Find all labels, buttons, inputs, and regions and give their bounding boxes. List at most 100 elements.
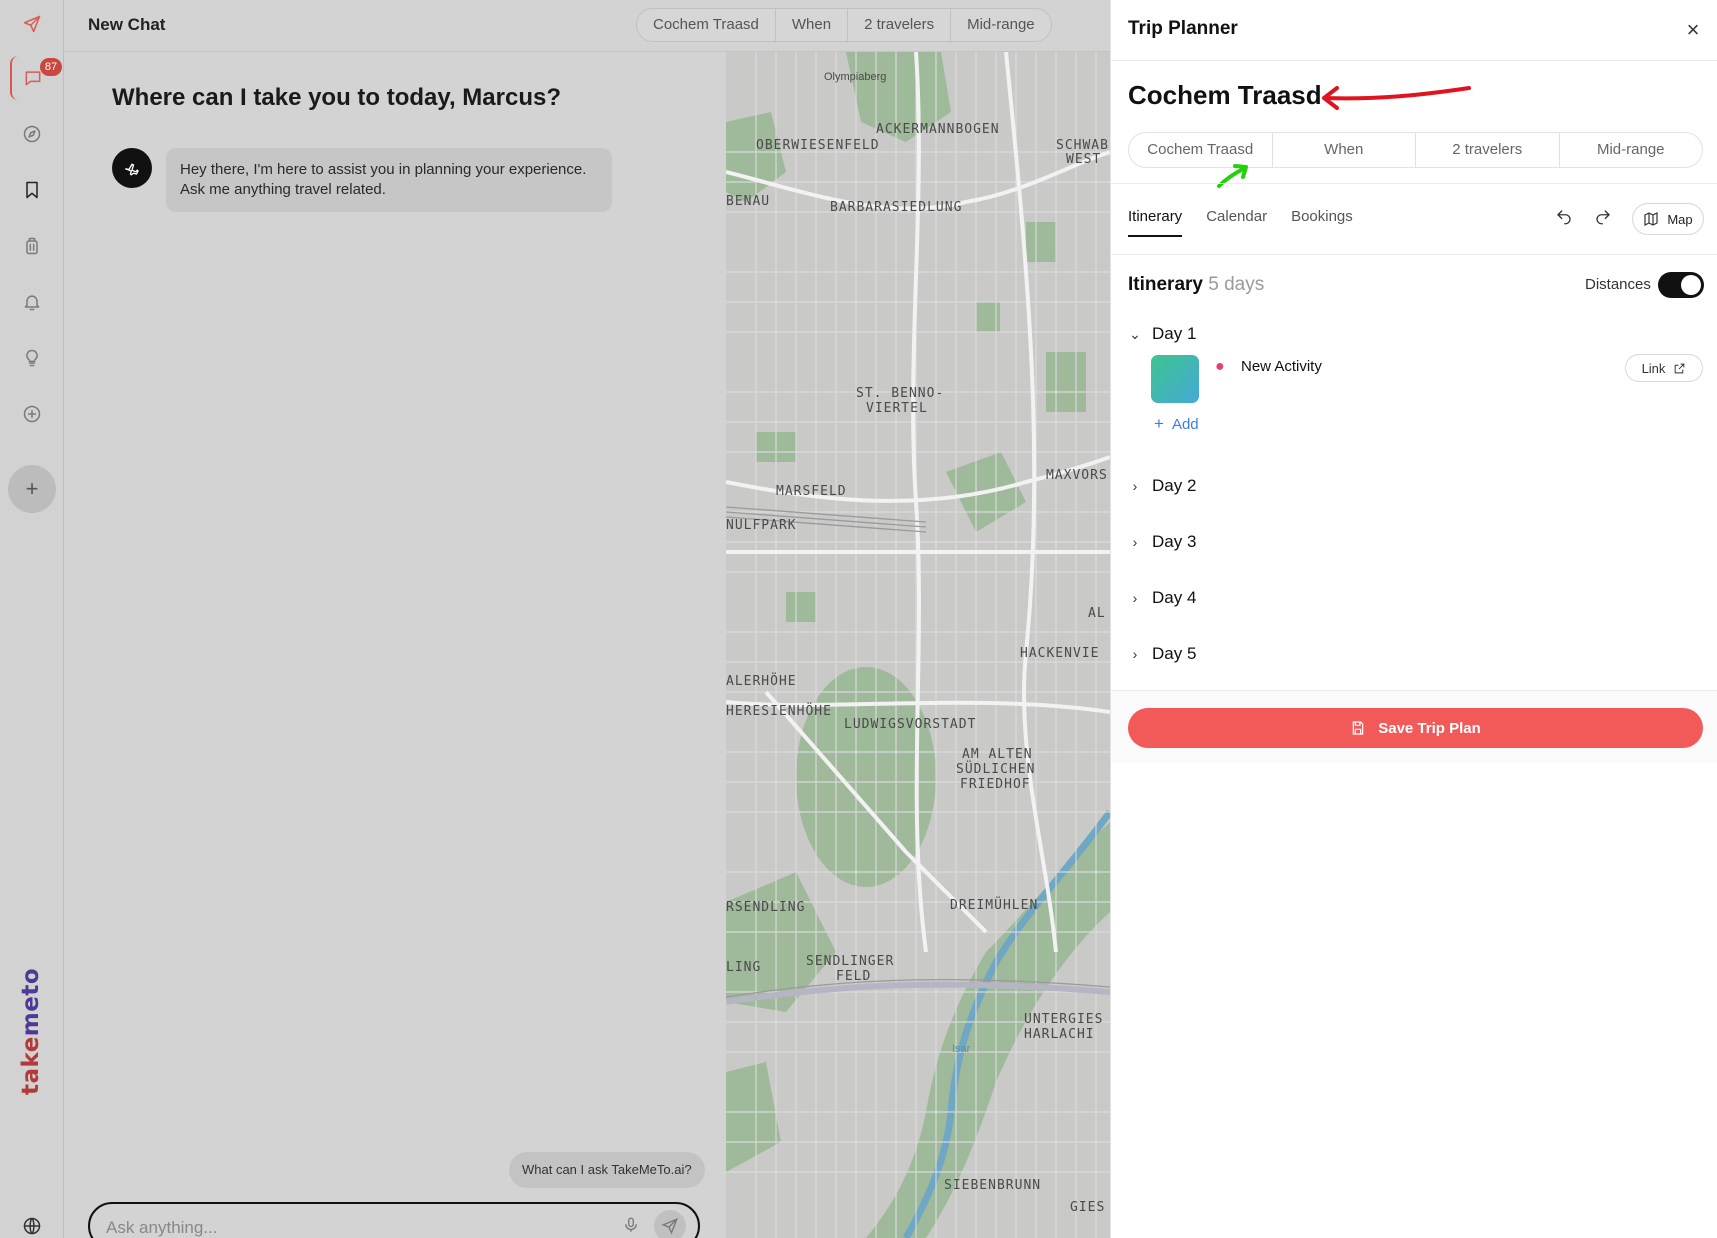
map-label: MARSFELD [776,484,847,499]
map-label: LUDWIGSVORSTADT [844,717,977,732]
map-button[interactable]: Map [1632,203,1704,235]
map-label: HERESIENHÖHE [726,704,832,719]
chevron-right-icon: › [1132,590,1138,606]
chat-input-box [88,1202,700,1238]
pill-travelers[interactable]: 2 travelers [848,9,952,41]
undo-icon[interactable] [1555,208,1579,230]
distances-label: Distances [1585,276,1651,293]
divider [1111,254,1717,255]
luggage-icon[interactable] [10,224,54,268]
map-label: SIEBENBRUNN [944,1178,1042,1193]
airplane-icon [125,163,139,176]
trip-tab-when[interactable]: When [1273,133,1416,167]
top-bar: New Chat Cochem Traasd When 2 travelers … [64,0,1110,52]
chevron-right-icon: › [1132,534,1138,550]
greeting-heading: Where can I take you to today, Marcus? [112,84,561,111]
microphone-icon[interactable] [622,1216,642,1236]
external-link-icon [1675,363,1685,373]
map-label: OBERWIESENFELD [756,138,880,153]
map-label: Isar [952,1043,971,1055]
trip-name-heading[interactable]: Cochem Traasd [1128,80,1322,111]
save-trip-plan-button[interactable]: Save Trip Plan [1128,708,1703,748]
chevron-right-icon: › [1132,646,1138,662]
day-2-header[interactable]: › Day 2 [1128,474,1197,498]
map-label: ACKERMANNBOGEN [876,122,1000,137]
chat-icon[interactable]: 87 [10,56,62,100]
map-label: MAXVORS [1046,468,1108,483]
tab-bookings[interactable]: Bookings [1291,208,1353,237]
pill-destination[interactable]: Cochem Traasd [637,9,776,41]
map-label: WEST [1066,152,1102,167]
map-label: DREIMÜHLEN [950,898,1039,913]
day-1-header[interactable]: ⌄ Day 1 [1128,322,1196,346]
trip-tab-travelers[interactable]: 2 travelers [1416,133,1560,167]
map-label: AL [1088,606,1106,621]
map-label: UNTERGIES [1024,1012,1104,1027]
trip-tab-budget[interactable]: Mid-range [1560,133,1703,167]
add-activity-button[interactable]: + Add [1154,414,1199,434]
chat-badge: 87 [40,58,62,76]
red-arrow-annotation [1322,86,1471,110]
divider [1111,183,1717,184]
location-pin-icon: ● [1215,358,1225,375]
trip-planner-panel: Trip Planner × Cochem Traasd Cochem Traa… [1110,0,1717,1238]
suggestion-chip[interactable]: What can I ask TakeMeTo.ai? [509,1152,705,1188]
green-arrow-annotation [1217,164,1248,188]
panel-header: Trip Planner × [1111,0,1717,61]
activity-name[interactable]: New Activity [1241,358,1322,375]
chat-input[interactable] [106,1218,586,1238]
add-circle-icon[interactable] [10,392,54,436]
day-5-header[interactable]: › Day 5 [1128,642,1197,666]
map-label: NULFPARK [726,518,797,533]
bot-avatar [112,148,152,188]
map-label: ALERHÖHE [726,674,797,689]
distances-toggle[interactable] [1658,272,1704,298]
map-label: SCHWABI [1056,138,1110,153]
map-label: GIES [1070,1200,1106,1215]
send-button[interactable] [654,1210,686,1238]
map-label: FRIEDHOF [960,777,1031,792]
map-label: RSENDLING [726,900,806,915]
activity-thumbnail[interactable] [1151,355,1199,403]
tab-calendar[interactable]: Calendar [1206,208,1267,237]
close-icon[interactable]: × [1681,18,1705,42]
map-icon [1644,212,1658,226]
save-icon [1352,721,1364,735]
icon-rail: 87 + takemeto [0,0,64,1238]
map-label: VIERTEL [866,401,928,416]
bell-icon[interactable] [10,280,54,324]
map-label: ST. BENNO- [856,386,945,401]
tab-itinerary[interactable]: Itinerary [1128,208,1183,237]
view-tabs: Itinerary Calendar Bookings [1128,208,1353,237]
pill-budget[interactable]: Mid-range [951,9,1051,41]
pill-when[interactable]: When [776,9,849,41]
day-3-header[interactable]: › Day 3 [1128,530,1197,554]
map-label: Olympiaberg [824,71,887,83]
chat-title: New Chat [88,15,166,34]
map-label: BARBARASIEDLUNG [830,200,963,215]
map-label: SENDLINGER [806,954,895,969]
day-4-header[interactable]: › Day 4 [1128,586,1197,610]
takemeto-logo: takemeto [18,967,44,1095]
compass-icon[interactable] [10,112,54,156]
trip-pills: Cochem Traasd When 2 travelers Mid-range [636,8,1052,42]
map-label: HACKENVIE [1020,646,1100,661]
map-background [726,52,1110,1238]
chevron-down-icon: ⌄ [1129,325,1141,342]
bot-message: Hey there, I'm here to assist you in pla… [166,148,612,212]
activity-link-button[interactable]: Link [1625,354,1703,382]
new-item-button[interactable]: + [8,465,56,513]
map-label: HARLACHI [1024,1027,1095,1042]
bookmark-icon[interactable] [10,168,54,212]
map-label: FELD [836,969,872,984]
lightbulb-icon[interactable] [10,336,54,380]
city-map[interactable]: Olympiaberg ACKERMANNBOGEN OBERWIESENFEL… [726,52,1110,1238]
chevron-right-icon: › [1132,478,1138,494]
send-icon[interactable] [10,2,54,46]
map-label: LING [726,960,762,975]
redo-icon[interactable] [1594,208,1618,230]
globe-icon[interactable] [10,1204,54,1238]
map-button-label: Map [1667,211,1693,227]
map-label: SÜDLICHEN [956,762,1036,777]
map-label: AM ALTEN [962,747,1033,762]
